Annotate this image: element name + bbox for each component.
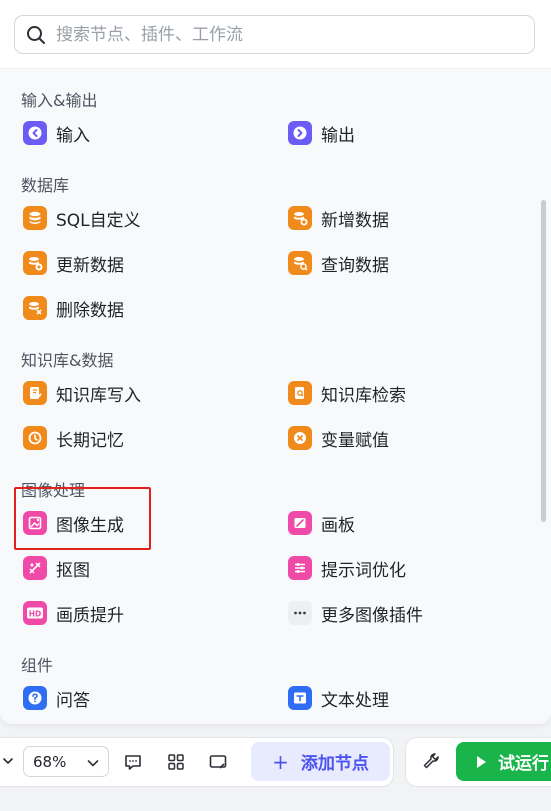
node-insert-data[interactable]: 新增数据 (288, 202, 389, 234)
node-upscale[interactable]: HD 画质提升 (23, 597, 124, 629)
node-delete-data[interactable]: 删除数据 (23, 292, 124, 324)
section-title-image: 图像处理 (21, 481, 86, 500)
text-process-icon (288, 686, 312, 710)
more-dots-icon (288, 601, 312, 625)
zoom-select[interactable]: 68% (23, 746, 109, 777)
section-title-io: 输入&输出 (21, 91, 98, 110)
scrollbar[interactable] (541, 200, 546, 522)
database-add-icon (288, 206, 312, 230)
node-more-image-plugins-label: 更多图像插件 (321, 605, 423, 626)
database-search-icon (288, 251, 312, 275)
book-search-icon (288, 381, 312, 405)
node-kb-search[interactable]: 知识库检索 (288, 377, 406, 409)
node-output[interactable]: 输出 (288, 117, 355, 149)
add-node-button[interactable]: + 添加节点 (251, 742, 390, 781)
node-input[interactable]: 输入 (23, 117, 90, 149)
node-picker-panel: 输入&输出 输入 输出 数据库 SQL自定义 新增数据 更新数据 查询 (0, 0, 551, 724)
wrench-icon[interactable] (421, 751, 441, 771)
node-upscale-label: 画质提升 (56, 605, 124, 626)
node-canvas-label: 画板 (321, 515, 355, 536)
canvas-icon (288, 511, 312, 535)
search-icon (26, 25, 46, 45)
node-delete-data-label: 删除数据 (56, 300, 124, 321)
node-insert-data-label: 新增数据 (321, 210, 389, 231)
database-icon (23, 206, 47, 230)
node-update-data[interactable]: 更新数据 (23, 247, 124, 279)
add-node-label: 添加节点 (300, 754, 369, 774)
chevron-down-icon[interactable] (2, 753, 14, 769)
test-run-button[interactable]: 试运行 (456, 742, 551, 781)
output-icon (288, 121, 312, 145)
book-write-icon (23, 381, 47, 405)
node-sql-label: SQL自定义 (56, 210, 141, 231)
node-output-label: 输出 (321, 125, 355, 146)
node-input-label: 输入 (56, 125, 90, 146)
node-cutout[interactable]: 抠图 (23, 552, 90, 584)
input-icon (23, 121, 47, 145)
node-canvas[interactable]: 画板 (288, 507, 355, 539)
section-title-components: 组件 (21, 656, 54, 675)
node-query-data[interactable]: 查询数据 (288, 247, 389, 279)
svg-text:HD: HD (29, 609, 42, 618)
node-kb-write-label: 知识库写入 (56, 385, 141, 406)
node-kb-write[interactable]: 知识库写入 (23, 377, 141, 409)
search-box[interactable] (14, 15, 535, 54)
database-edit-icon (23, 251, 47, 275)
image-generate-icon (23, 511, 47, 535)
section-title-kb: 知识库&数据 (21, 351, 114, 370)
node-variable-assign-label: 变量赋值 (321, 430, 389, 451)
node-sql[interactable]: SQL自定义 (23, 202, 141, 234)
prompt-optimize-icon (288, 556, 312, 580)
node-more-image-plugins[interactable]: 更多图像插件 (288, 597, 423, 629)
question-icon (23, 686, 47, 710)
database-delete-icon (23, 296, 47, 320)
section-title-db: 数据库 (21, 176, 70, 195)
node-qa-label: 问答 (56, 690, 90, 711)
node-kb-search-label: 知识库检索 (321, 385, 406, 406)
plus-icon: + (272, 749, 289, 774)
test-run-label: 试运行 (498, 754, 549, 774)
node-qa[interactable]: 问答 (23, 682, 90, 714)
zoom-value: 68% (33, 752, 67, 771)
node-update-data-label: 更新数据 (56, 255, 124, 276)
node-image-generate[interactable]: 图像生成 (23, 507, 124, 539)
node-image-generate-label: 图像生成 (56, 515, 124, 536)
node-long-memory-label: 长期记忆 (56, 430, 124, 451)
chevron-down-icon (86, 755, 100, 769)
comment-icon[interactable] (123, 752, 143, 772)
node-cutout-label: 抠图 (56, 560, 90, 581)
node-prompt-optimize-label: 提示词优化 (321, 560, 406, 581)
node-variable-assign[interactable]: 变量赋值 (288, 422, 389, 454)
node-text-process[interactable]: 文本处理 (288, 682, 389, 714)
cutout-icon (23, 556, 47, 580)
play-icon (477, 755, 486, 768)
node-long-memory[interactable]: 长期记忆 (23, 422, 124, 454)
note-icon[interactable] (208, 752, 228, 772)
hd-icon: HD (23, 601, 47, 625)
node-query-data-label: 查询数据 (321, 255, 389, 276)
memory-icon (23, 426, 47, 450)
node-prompt-optimize[interactable]: 提示词优化 (288, 552, 406, 584)
search-input[interactable] (56, 16, 534, 53)
node-text-process-label: 文本处理 (321, 690, 389, 711)
variable-icon (288, 426, 312, 450)
grid-layout-icon[interactable] (166, 752, 186, 772)
